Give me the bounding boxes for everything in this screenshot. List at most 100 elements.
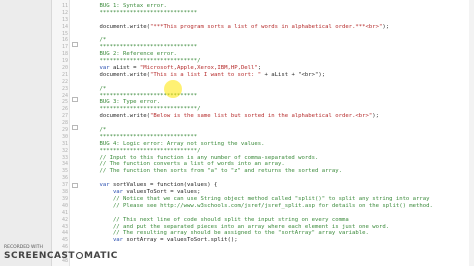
code-line[interactable]: // The function converts a list of words… bbox=[86, 161, 466, 168]
code-line[interactable]: var sortArray = valuesToSort.split(); bbox=[86, 237, 466, 244]
code-token: BUG 3: Type error. bbox=[86, 99, 161, 106]
code-token: function(values) { bbox=[156, 182, 218, 189]
code-line[interactable]: var aList = "Microsoft,Apple,Xerox,IBM,H… bbox=[86, 65, 466, 72]
code-line[interactable]: *****************************/ bbox=[86, 58, 466, 65]
code-token: /* bbox=[86, 127, 107, 134]
code-token: "Below is the same list but sorted in th… bbox=[150, 113, 373, 120]
line-number: 19 bbox=[61, 58, 68, 65]
fold-marker[interactable] bbox=[72, 97, 78, 102]
code-line[interactable]: // The resulting array should be assigne… bbox=[86, 230, 466, 237]
code-line[interactable] bbox=[86, 17, 466, 24]
code-token: /* bbox=[86, 37, 107, 44]
code-token: // Input to this function is any number … bbox=[86, 154, 319, 161]
code-token: *****************************/ bbox=[86, 147, 201, 154]
code-line[interactable] bbox=[86, 258, 466, 265]
code-line[interactable]: // and put the separated pieces into an … bbox=[86, 224, 466, 231]
line-number: 39 bbox=[61, 195, 68, 202]
code-line[interactable] bbox=[86, 31, 466, 38]
code-token: // The resulting array should be assigne… bbox=[86, 230, 369, 237]
code-line[interactable]: document.write("Below is the same list b… bbox=[86, 113, 466, 120]
line-number: 37 bbox=[61, 182, 68, 189]
line-number: 45 bbox=[61, 237, 68, 244]
watermark-brand: SCREENCAST MATIC bbox=[4, 251, 118, 261]
vertical-scrollbar[interactable] bbox=[469, 0, 474, 266]
screencast-logo-icon bbox=[76, 252, 84, 259]
fold-marker[interactable] bbox=[72, 183, 78, 188]
line-number: 17 bbox=[61, 44, 68, 51]
line-number: 18 bbox=[61, 51, 68, 58]
code-token: // The function converts a list of words… bbox=[86, 161, 285, 168]
line-number: 35 bbox=[61, 168, 68, 175]
code-line[interactable]: /* bbox=[86, 127, 466, 134]
code-token: ); bbox=[382, 23, 390, 30]
code-token: // This next line of code should split t… bbox=[86, 216, 349, 223]
code-token: var bbox=[86, 65, 113, 72]
code-token: document.write( bbox=[86, 71, 150, 78]
line-number: 44 bbox=[61, 230, 68, 237]
fold-marker[interactable] bbox=[72, 42, 78, 47]
code-token: ***************************** bbox=[86, 9, 198, 16]
code-line[interactable]: BUG 2: Reference error. bbox=[86, 51, 466, 58]
code-line[interactable]: // Input to this function is any number … bbox=[86, 155, 466, 162]
line-number: 22 bbox=[61, 78, 68, 85]
code-line[interactable]: var sortValues = function(values) { bbox=[86, 182, 466, 189]
line-number: 15 bbox=[61, 30, 68, 37]
code-line[interactable]: ***************************** bbox=[86, 93, 466, 100]
code-line[interactable]: ***************************** bbox=[86, 10, 466, 17]
line-number: 26 bbox=[61, 106, 68, 113]
code-line[interactable]: /* bbox=[86, 37, 466, 44]
code-line[interactable]: *****************************/ bbox=[86, 106, 466, 113]
code-line[interactable]: // The function then sorts from "a" to "… bbox=[86, 168, 466, 175]
line-number: 24 bbox=[61, 92, 68, 99]
code-token: "***This program sorts a list of words i… bbox=[150, 23, 383, 30]
line-number: 30 bbox=[61, 133, 68, 140]
code-editor[interactable]: BUG 1: Syntax error. *******************… bbox=[86, 3, 466, 265]
line-number: 25 bbox=[61, 99, 68, 106]
code-line[interactable] bbox=[86, 244, 466, 251]
watermark-recorded-with: RECORDED WITH bbox=[4, 245, 43, 250]
code-line[interactable]: BUG 3: Type error. bbox=[86, 99, 466, 106]
line-number: 29 bbox=[61, 127, 68, 134]
code-token: ; bbox=[257, 65, 262, 72]
code-token: ***************************** bbox=[86, 133, 198, 140]
code-line[interactable]: /* bbox=[86, 86, 466, 93]
code-line[interactable]: // Notice that we can use String object … bbox=[86, 196, 466, 203]
mouse-cursor-highlight bbox=[164, 80, 182, 98]
line-number: 32 bbox=[61, 147, 68, 154]
code-token: BUG 2: Reference error. bbox=[86, 51, 177, 58]
code-line[interactable]: ***************************** bbox=[86, 44, 466, 51]
line-number: 36 bbox=[61, 175, 68, 182]
watermark-brand-right: MATIC bbox=[84, 251, 118, 261]
code-token: aList = bbox=[112, 65, 140, 72]
code-line[interactable]: BUG 4: Logic error: Array not sorting th… bbox=[86, 141, 466, 148]
code-line[interactable]: // This next line of code should split t… bbox=[86, 217, 466, 224]
code-line[interactable] bbox=[86, 120, 466, 127]
code-token: *****************************/ bbox=[86, 106, 201, 113]
code-line[interactable]: // Please see http://www.w3schools.com/j… bbox=[86, 203, 466, 210]
code-token: // and put the separated pieces into an … bbox=[86, 223, 390, 230]
code-line[interactable]: BUG 1: Syntax error. bbox=[86, 3, 466, 10]
fold-marker[interactable] bbox=[72, 125, 78, 130]
code-line[interactable] bbox=[86, 79, 466, 86]
code-token: var bbox=[86, 189, 127, 196]
line-number: 21 bbox=[61, 71, 68, 78]
code-line[interactable] bbox=[86, 210, 466, 217]
line-number: 33 bbox=[61, 154, 68, 161]
code-line[interactable] bbox=[86, 175, 466, 182]
line-number: 23 bbox=[61, 85, 68, 92]
code-line[interactable]: var valuesToSort = values; bbox=[86, 189, 466, 196]
line-number: 12 bbox=[61, 9, 68, 16]
line-number: 11 bbox=[61, 3, 68, 9]
code-token: document.write( bbox=[86, 113, 150, 120]
line-number: 13 bbox=[61, 16, 68, 23]
code-token: // Please see http://www.w3schools.com/j… bbox=[86, 202, 433, 209]
code-line[interactable] bbox=[86, 251, 466, 258]
code-token: *****************************/ bbox=[86, 58, 201, 65]
code-token: sortValues = bbox=[112, 182, 157, 189]
code-line[interactable]: *****************************/ bbox=[86, 148, 466, 155]
code-line[interactable]: ***************************** bbox=[86, 134, 466, 141]
code-line[interactable]: document.write("***This program sorts a … bbox=[86, 24, 466, 31]
code-line[interactable]: document.write("This is a list I want to… bbox=[86, 72, 466, 79]
line-number: 16 bbox=[61, 37, 68, 44]
line-number: 28 bbox=[61, 120, 68, 127]
